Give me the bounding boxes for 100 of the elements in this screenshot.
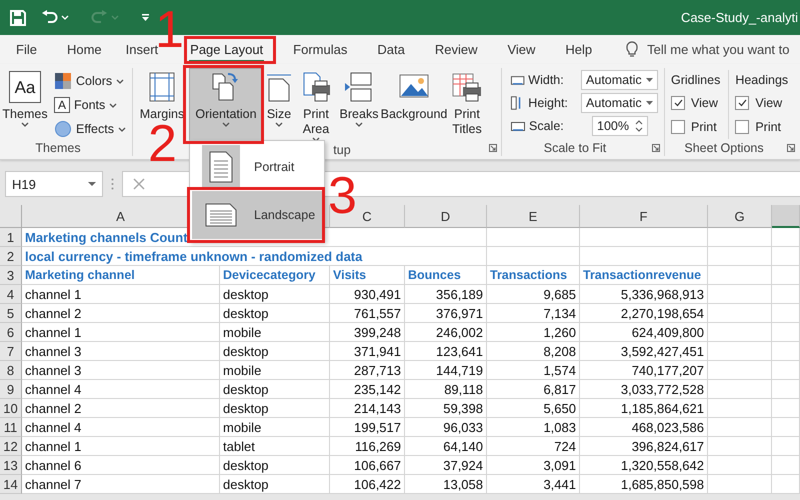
- table-cell: 106,422: [330, 475, 405, 494]
- table-cell: 106,667: [330, 456, 405, 475]
- row-number[interactable]: 7: [0, 342, 22, 361]
- row-number[interactable]: 9: [0, 380, 22, 399]
- ribbon-tab[interactable]: Data: [376, 41, 406, 62]
- fonts-icon: A: [54, 97, 70, 113]
- field-label: Height:: [528, 96, 569, 110]
- row-number[interactable]: 5: [0, 304, 22, 323]
- table-cell: 1,185,864,621: [580, 399, 708, 418]
- table-cell: 5,336,968,913: [580, 285, 708, 304]
- table-cell: 3,441: [487, 475, 580, 494]
- table-cell: 96,033: [405, 418, 487, 437]
- table-cell: channel 4: [22, 380, 220, 399]
- table-cell: 624,409,800: [580, 323, 708, 342]
- print-titles-button[interactable]: Print Titles: [449, 68, 485, 143]
- table-cell: 287,713: [330, 361, 405, 380]
- breaks-button[interactable]: Breaks: [339, 68, 379, 143]
- table-cell: 740,177,207: [580, 361, 708, 380]
- row-number[interactable]: 4: [0, 285, 22, 304]
- ribbon-tab[interactable]: Page Layout: [189, 41, 264, 62]
- table-cell: 64,140: [405, 437, 487, 456]
- table-cell: desktop: [220, 380, 330, 399]
- size-button[interactable]: Size: [265, 68, 293, 143]
- table-cell: 468,023,586: [580, 418, 708, 437]
- row-number[interactable]: 6: [0, 323, 22, 342]
- fonts-button[interactable]: A Fonts: [51, 94, 129, 116]
- table-cell: 1,574: [487, 361, 580, 380]
- table-cell: mobile: [220, 361, 330, 380]
- table-cell: channel 2: [22, 399, 220, 418]
- table-cell: 930,491: [330, 285, 405, 304]
- table-cell: 399,248: [330, 323, 405, 342]
- table-cell: 59,398: [405, 399, 487, 418]
- table-cell: 2,270,198,654: [580, 304, 708, 323]
- table-cell: 37,924: [405, 456, 487, 475]
- table-cell: 6,817: [487, 380, 580, 399]
- table-cell: 396,824,617: [580, 437, 708, 456]
- table-cell: 761,557: [330, 304, 405, 323]
- row-number[interactable]: 8: [0, 361, 22, 380]
- ribbon-tab[interactable]: View: [506, 41, 536, 62]
- row-number[interactable]: 1: [0, 228, 22, 247]
- table-cell: channel 4: [22, 418, 220, 437]
- group-label: tup: [332, 143, 352, 157]
- column-header[interactable]: D: [405, 205, 487, 228]
- effects-button[interactable]: Effects: [51, 118, 129, 140]
- table-cell: 1,260: [487, 323, 580, 342]
- themes-button[interactable]: Aa Themes: [3, 68, 47, 140]
- row-number[interactable]: 11: [0, 418, 22, 437]
- ribbon-tab[interactable]: Formulas: [292, 41, 348, 62]
- row-number[interactable]: 14: [0, 475, 22, 494]
- themes-icon: Aa: [9, 71, 41, 103]
- table-cell: channel 1: [22, 285, 220, 304]
- checkbox-label: Print: [755, 120, 782, 134]
- column-header[interactable]: E: [487, 205, 580, 228]
- table-cell: 123,641: [405, 342, 487, 361]
- column-header[interactable]: G: [708, 205, 772, 228]
- row-number[interactable]: 2: [0, 247, 22, 266]
- dropdown-field[interactable]: Automatic: [581, 70, 658, 90]
- table-cell: 356,189: [405, 285, 487, 304]
- table-cell: channel 1: [22, 323, 220, 342]
- checkbox-label: View: [691, 96, 718, 110]
- ribbon-tab[interactable]: File: [15, 41, 38, 62]
- column-title: Transactionrevenue: [580, 266, 708, 285]
- ribbon-tab[interactable]: Home: [66, 41, 103, 62]
- table-cell: 7,134: [487, 304, 580, 323]
- table-cell: mobile: [220, 323, 330, 342]
- table-cell: desktop: [220, 399, 330, 418]
- orientation-button[interactable]: Orientation: [189, 68, 263, 142]
- column-header[interactable]: F: [580, 205, 708, 228]
- menu-item[interactable]: Landscape: [192, 191, 322, 239]
- table-cell: 3,091: [487, 456, 580, 475]
- column-title: Marketing channel: [22, 266, 220, 285]
- column-title: Devicecategory: [220, 266, 330, 285]
- table-cell: 724: [487, 437, 580, 456]
- table-cell: channel 1: [22, 437, 220, 456]
- table-cell: tablet: [220, 437, 330, 456]
- table-cell: desktop: [220, 285, 330, 304]
- ribbon-tab[interactable]: Help: [564, 41, 594, 62]
- table-cell: 3,592,427,451: [580, 342, 708, 361]
- table-cell: channel 2: [22, 304, 220, 323]
- search-field[interactable]: Tell me what you want to: [647, 42, 790, 57]
- row-number[interactable]: 12: [0, 437, 22, 456]
- group-label: Sheet Options: [683, 140, 765, 156]
- row-number[interactable]: 10: [0, 399, 22, 418]
- row-number[interactable]: 13: [0, 456, 22, 475]
- checkbox-label: Print: [691, 120, 717, 134]
- dropdown-field[interactable]: Automatic: [581, 93, 658, 113]
- ribbon-tab[interactable]: Review: [434, 41, 478, 62]
- window-title: Case-Study_-analyti: [680, 10, 799, 25]
- ribbon-tab[interactable]: Insert: [124, 41, 160, 62]
- row-number[interactable]: 3: [0, 266, 22, 285]
- scale-field[interactable]: 100%: [592, 116, 648, 136]
- name-box[interactable]: H19: [5, 171, 103, 197]
- colors-button[interactable]: Colors: [51, 70, 129, 92]
- background-button[interactable]: Background: [381, 68, 447, 143]
- table-cell: 13,058: [405, 475, 487, 494]
- table-cell: 3,033,772,528: [580, 380, 708, 399]
- table-cell: channel 6: [22, 456, 220, 475]
- table-cell: channel 7: [22, 475, 220, 494]
- table-cell: mobile: [220, 418, 330, 437]
- table-cell: 235,142: [330, 380, 405, 399]
